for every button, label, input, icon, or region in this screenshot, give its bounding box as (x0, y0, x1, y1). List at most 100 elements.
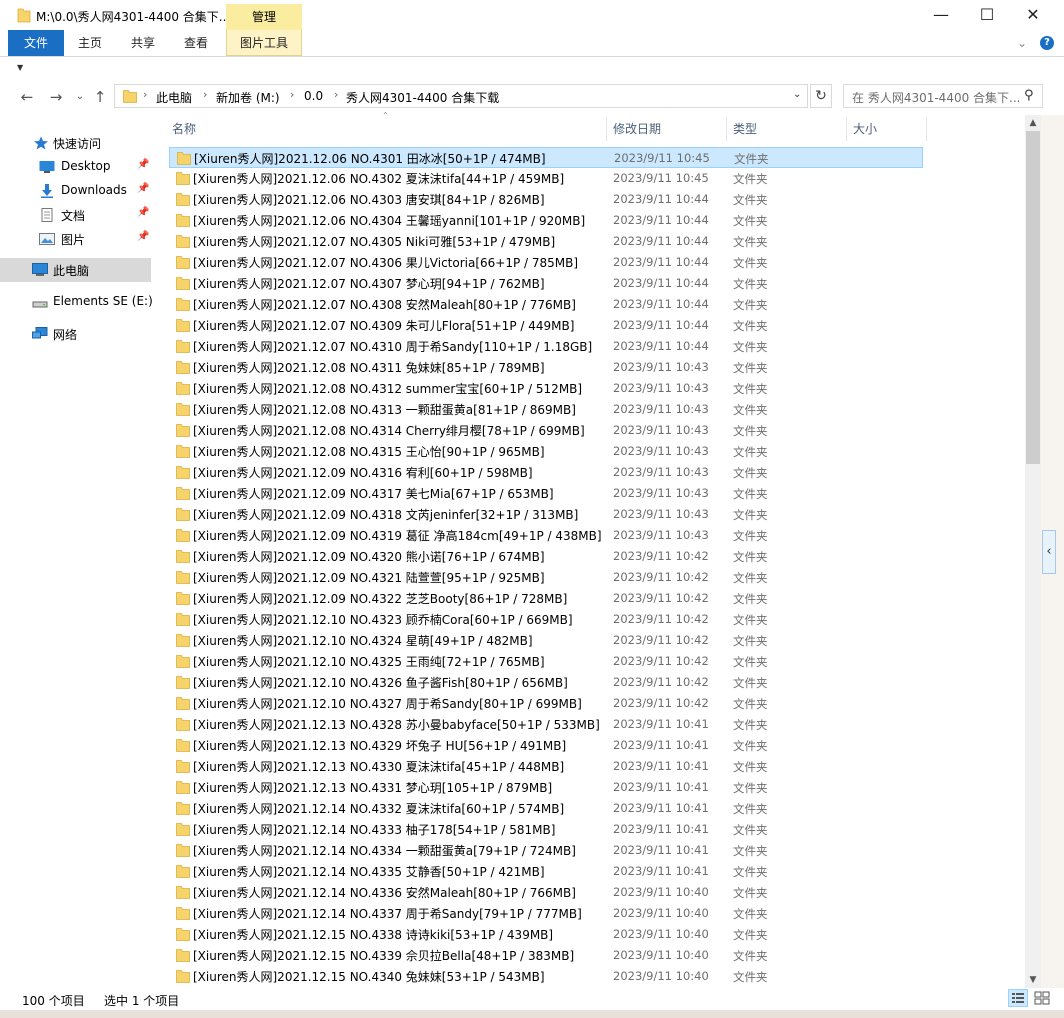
breadcrumb-separator[interactable]: › (203, 88, 207, 101)
folder-icon (176, 193, 190, 206)
scroll-down-icon[interactable]: ▼ (1025, 972, 1041, 988)
scroll-up-icon[interactable]: ▲ (1025, 115, 1041, 131)
breadcrumb-this-pc[interactable]: 此电脑 (156, 89, 192, 106)
table-row[interactable]: [Xiuren秀人网]2021.12.14 NO.4337 周于希Sandy[7… (169, 903, 923, 924)
scrollbar-thumb[interactable] (1026, 131, 1040, 464)
pin-icon[interactable]: 📌 (137, 159, 149, 170)
table-row[interactable]: [Xiuren秀人网]2021.12.06 NO.4301 田冰冰[50+1P … (169, 147, 923, 168)
pin-icon[interactable]: 📌 (137, 183, 149, 194)
preview-pane-toggle[interactable]: ‹ (1042, 530, 1056, 574)
forward-button[interactable]: → (46, 87, 66, 107)
table-row[interactable]: [Xiuren秀人网]2021.12.09 NO.4321 陆萱萱[95+1P … (169, 567, 923, 588)
tab-file[interactable]: 文件 (8, 30, 64, 56)
table-row[interactable]: [Xiuren秀人网]2021.12.09 NO.4319 葛征 净高184cm… (169, 525, 923, 546)
breadcrumb-separator[interactable]: › (334, 88, 338, 101)
customize-toolbar-icon[interactable]: ▼ (17, 63, 23, 72)
tab-manage[interactable]: 管理 (226, 4, 302, 30)
table-row[interactable]: [Xiuren秀人网]2021.12.09 NO.4320 熊小诺[76+1P … (169, 546, 923, 567)
search-icon[interactable]: ⚲ (1024, 88, 1034, 103)
table-row[interactable]: [Xiuren秀人网]2021.12.09 NO.4322 芝芝Booty[86… (169, 588, 923, 609)
pin-icon[interactable]: 📌 (137, 207, 149, 218)
table-row[interactable]: [Xiuren秀人网]2021.12.15 NO.4339 佘贝拉Bella[4… (169, 945, 923, 966)
sidebar-item-pictures[interactable]: 图片 📌 (0, 227, 151, 251)
table-row[interactable]: [Xiuren秀人网]2021.12.14 NO.4336 安然Maleah[8… (169, 882, 923, 903)
table-row[interactable]: [Xiuren秀人网]2021.12.13 NO.4331 梦心玥[105+1P… (169, 777, 923, 798)
table-row[interactable]: [Xiuren秀人网]2021.12.09 NO.4318 文芮jeninfer… (169, 504, 923, 525)
table-row[interactable]: [Xiuren秀人网]2021.12.10 NO.4327 周于希Sandy[8… (169, 693, 923, 714)
table-row[interactable]: [Xiuren秀人网]2021.12.15 NO.4338 诗诗kiki[53+… (169, 924, 923, 945)
file-type: 文件夹 (733, 466, 768, 480)
back-button[interactable]: ← (17, 87, 37, 107)
tab-picture-tools[interactable]: 图片工具 (226, 30, 302, 56)
table-row[interactable]: [Xiuren秀人网]2021.12.06 NO.4302 夏沫沫tifa[44… (169, 168, 923, 189)
refresh-button[interactable]: ↻ (810, 84, 832, 108)
sidebar-item-this-pc[interactable]: 此电脑 (0, 258, 151, 282)
tab-view[interactable]: 查看 (174, 30, 218, 56)
up-button[interactable]: ↑ (90, 87, 110, 107)
minimize-button[interactable]: — (918, 0, 964, 30)
address-bar[interactable]: › 此电脑 › 新加卷 (M:) › 0.0 › 秀人网4301-4400 合集… (114, 84, 808, 108)
column-header-type[interactable]: 类型 (727, 117, 847, 141)
pin-icon[interactable]: 📌 (137, 231, 149, 242)
file-type: 文件夹 (733, 193, 768, 207)
table-row[interactable]: [Xiuren秀人网]2021.12.08 NO.4313 一颗甜蛋黄a[81+… (169, 399, 923, 420)
sidebar-item-documents[interactable]: 文档 📌 (0, 203, 151, 227)
column-header-date[interactable]: 修改日期 (607, 117, 727, 141)
maximize-button[interactable]: ☐ (964, 0, 1010, 30)
table-row[interactable]: [Xiuren秀人网]2021.12.10 NO.4326 鱼子酱Fish[80… (169, 672, 923, 693)
file-name: [Xiuren秀人网]2021.12.09 NO.4316 宥利[60+1P /… (193, 466, 533, 480)
table-row[interactable]: [Xiuren秀人网]2021.12.06 NO.4303 唐安琪[84+1P … (169, 189, 923, 210)
file-modified-date: 2023/9/11 10:43 (613, 381, 709, 395)
breadcrumb-current[interactable]: 秀人网4301-4400 合集下载 (346, 89, 499, 106)
sidebar-item-desktop[interactable]: Desktop 📌 (0, 155, 151, 179)
breadcrumb-drive[interactable]: 新加卷 (M:) (216, 89, 280, 106)
recent-locations-icon[interactable]: ⌄ (70, 87, 90, 107)
tab-home[interactable]: 主页 (68, 30, 112, 56)
table-row[interactable]: [Xiuren秀人网]2021.12.14 NO.4334 一颗甜蛋黄a[79+… (169, 840, 923, 861)
table-row[interactable]: [Xiuren秀人网]2021.12.13 NO.4328 苏小曼babyfac… (169, 714, 923, 735)
table-row[interactable]: [Xiuren秀人网]2021.12.06 NO.4304 王馨瑶yanni[1… (169, 210, 923, 231)
table-row[interactable]: [Xiuren秀人网]2021.12.07 NO.4308 安然Maleah[8… (169, 294, 923, 315)
breadcrumb-separator[interactable]: › (143, 88, 147, 101)
table-row[interactable]: [Xiuren秀人网]2021.12.14 NO.4332 夏沫沫tifa[60… (169, 798, 923, 819)
vertical-scrollbar[interactable]: ▲ ▼ (1025, 115, 1041, 988)
table-row[interactable]: [Xiuren秀人网]2021.12.13 NO.4330 夏沫沫tifa[45… (169, 756, 923, 777)
address-dropdown-icon[interactable]: ⌄ (793, 89, 801, 100)
details-view-button[interactable] (1008, 989, 1028, 1007)
table-row[interactable]: [Xiuren秀人网]2021.12.07 NO.4310 周于希Sandy[1… (169, 336, 923, 357)
chevron-down-icon[interactable]: ⌄ (1017, 36, 1027, 50)
table-row[interactable]: [Xiuren秀人网]2021.12.14 NO.4335 艾静香[50+1P … (169, 861, 923, 882)
breadcrumb-separator[interactable]: › (290, 88, 294, 101)
search-input[interactable]: 在 秀人网4301-4400 合集下... ⚲ (843, 84, 1043, 108)
breadcrumb-folder[interactable]: 0.0 (304, 89, 323, 103)
table-row[interactable]: [Xiuren秀人网]2021.12.08 NO.4312 summer宝宝[6… (169, 378, 923, 399)
folder-icon (176, 382, 190, 395)
sidebar-item-quick-access[interactable]: 快速访问 (0, 131, 151, 155)
table-row[interactable]: [Xiuren秀人网]2021.12.07 NO.4307 梦心玥[94+1P … (169, 273, 923, 294)
table-row[interactable]: [Xiuren秀人网]2021.12.15 NO.4340 兔妹妹[53+1P … (169, 966, 923, 987)
close-button[interactable]: ✕ (1010, 0, 1056, 30)
table-row[interactable]: [Xiuren秀人网]2021.12.08 NO.4311 兔妹妹[85+1P … (169, 357, 923, 378)
table-row[interactable]: [Xiuren秀人网]2021.12.13 NO.4329 坏兔子 HU[56+… (169, 735, 923, 756)
table-row[interactable]: [Xiuren秀人网]2021.12.09 NO.4316 宥利[60+1P /… (169, 462, 923, 483)
table-row[interactable]: [Xiuren秀人网]2021.12.10 NO.4325 王雨纯[72+1P … (169, 651, 923, 672)
help-icon[interactable]: ? (1040, 36, 1054, 50)
column-header-size[interactable]: 大小 (847, 117, 927, 141)
table-row[interactable]: [Xiuren秀人网]2021.12.08 NO.4314 Cherry绯月樱[… (169, 420, 923, 441)
table-row[interactable]: [Xiuren秀人网]2021.12.07 NO.4305 Niki可雅[53+… (169, 231, 923, 252)
table-row[interactable]: [Xiuren秀人网]2021.12.08 NO.4315 王心怡[90+1P … (169, 441, 923, 462)
table-row[interactable]: [Xiuren秀人网]2021.12.07 NO.4306 果儿Victoria… (169, 252, 923, 273)
large-icons-view-button[interactable] (1032, 989, 1052, 1007)
file-type: 文件夹 (733, 172, 768, 186)
tab-share[interactable]: 共享 (120, 30, 166, 56)
table-row[interactable]: [Xiuren秀人网]2021.12.07 NO.4309 朱可儿Flora[5… (169, 315, 923, 336)
file-name: [Xiuren秀人网]2021.12.14 NO.4332 夏沫沫tifa[60… (193, 802, 565, 816)
table-row[interactable]: [Xiuren秀人网]2021.12.10 NO.4323 顾乔楠Cora[60… (169, 609, 923, 630)
sidebar-item-network[interactable]: 网络 (0, 322, 151, 346)
table-row[interactable]: [Xiuren秀人网]2021.12.10 NO.4324 星萌[49+1P /… (169, 630, 923, 651)
table-row[interactable]: [Xiuren秀人网]2021.12.14 NO.4333 柚子178[54+1… (169, 819, 923, 840)
sidebar-item-drive-e[interactable]: Elements SE (E:) (0, 290, 153, 314)
sidebar-item-downloads[interactable]: Downloads 📌 (0, 179, 151, 203)
table-row[interactable]: [Xiuren秀人网]2021.12.09 NO.4317 美七Mia[67+1… (169, 483, 923, 504)
column-header-name[interactable]: 名称 (155, 117, 607, 141)
